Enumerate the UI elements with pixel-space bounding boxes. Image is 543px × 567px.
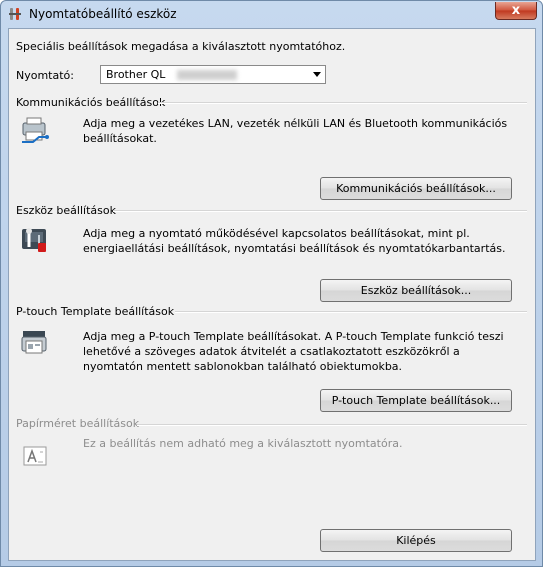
communication-settings-button[interactable]: Kommunikációs beállítások... <box>320 177 512 200</box>
tools-icon <box>22 228 46 252</box>
device-section-title: Eszköz beállítások <box>16 204 116 217</box>
intro-text: Speciális beállítások megadása a kiválas… <box>16 40 346 53</box>
device-divider <box>113 210 527 212</box>
printer-label: Nyomtató: <box>16 69 74 82</box>
printer-tool-app-icon <box>9 8 21 20</box>
paper-divider <box>137 424 527 426</box>
network-printer-icon <box>22 117 49 143</box>
device-settings-button[interactable]: Eszköz beállítások... <box>320 279 512 302</box>
ptouch-description: Adja meg a P-touch Template beállításoka… <box>83 330 504 373</box>
close-button[interactable]: x <box>495 2 537 20</box>
communication-description: Adja meg a vezetékes LAN, vezeték nélkül… <box>83 117 508 145</box>
paper-description: Ez a beállítás nem adható meg a kiválasz… <box>83 437 403 450</box>
template-printer-icon <box>21 331 47 354</box>
chevron-down-icon[interactable] <box>313 72 321 77</box>
communication-divider <box>158 102 527 104</box>
paper-section-title: Papírméret beállítások <box>16 417 140 430</box>
printer-model-blurred <box>177 70 237 80</box>
paper-size-icon <box>23 446 47 466</box>
ptouch-divider <box>175 311 527 313</box>
printer-setting-tool-window: Nyomtatóbeállító eszköz x Speciális beál… <box>0 0 543 567</box>
dialog-client-area: Speciális beállítások megadása a kiválas… <box>8 28 536 561</box>
ptouch-template-settings-button[interactable]: P-touch Template beállítások... <box>320 389 512 412</box>
printer-select[interactable]: Brother QL <box>100 65 326 84</box>
close-icon: x <box>511 3 521 18</box>
device-description: Adja meg a nyomtató működésével kapcsola… <box>83 227 506 255</box>
title-bar[interactable]: Nyomtatóbeállító eszköz x <box>1 1 542 28</box>
exit-button[interactable]: Kilépés <box>320 529 512 552</box>
communication-section-title: Kommunikációs beállítások <box>16 96 166 109</box>
ptouch-section-title: P-touch Template beállítások <box>16 305 175 318</box>
window-title: Nyomtatóbeállító eszköz <box>29 7 177 21</box>
printer-select-value: Brother QL <box>106 68 166 81</box>
